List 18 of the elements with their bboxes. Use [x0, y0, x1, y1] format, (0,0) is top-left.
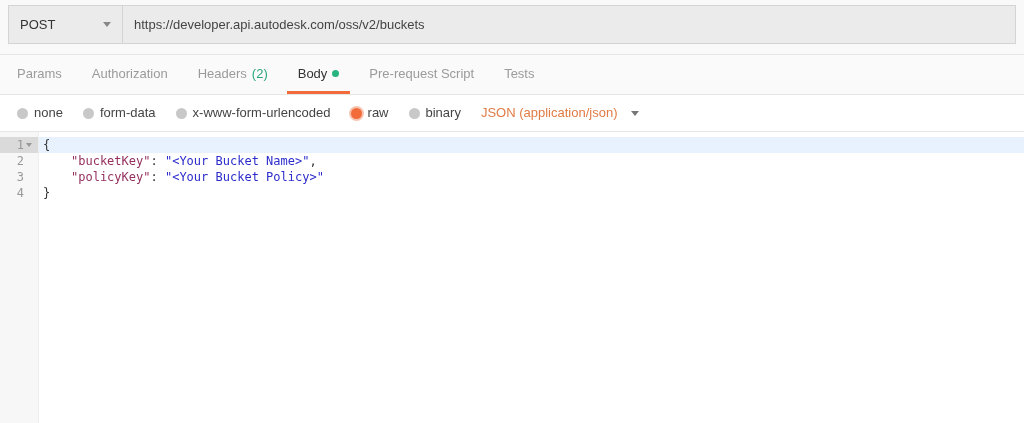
line-number: 4	[16, 185, 24, 202]
caret-icon	[103, 22, 111, 27]
code-line: }	[42, 185, 52, 201]
tab[interactable]: Body	[286, 56, 351, 94]
radio-option[interactable]: form-data	[82, 103, 156, 123]
radio-option[interactable]: binary	[408, 103, 461, 123]
code-line: "policyKey": "<Your Bucket Policy>"	[70, 169, 325, 185]
radio-option[interactable]: raw	[350, 103, 389, 123]
line-number: 2	[16, 153, 24, 170]
radio-option[interactable]: none	[17, 103, 63, 123]
code-line: "bucketKey": "<Your Bucket Name>",	[70, 153, 318, 169]
line-number: 1	[16, 137, 24, 154]
line-number: 3	[16, 169, 24, 186]
fold-caret-icon[interactable]	[26, 143, 32, 147]
caret-icon	[631, 110, 640, 116]
method-dropdown[interactable]: POST	[8, 5, 123, 44]
radio-option[interactable]: x-www-form-urlencoded	[175, 103, 331, 123]
url-field[interactable]: https://developer.api.autodesk.com/oss/v2/buckets	[123, 5, 1016, 44]
